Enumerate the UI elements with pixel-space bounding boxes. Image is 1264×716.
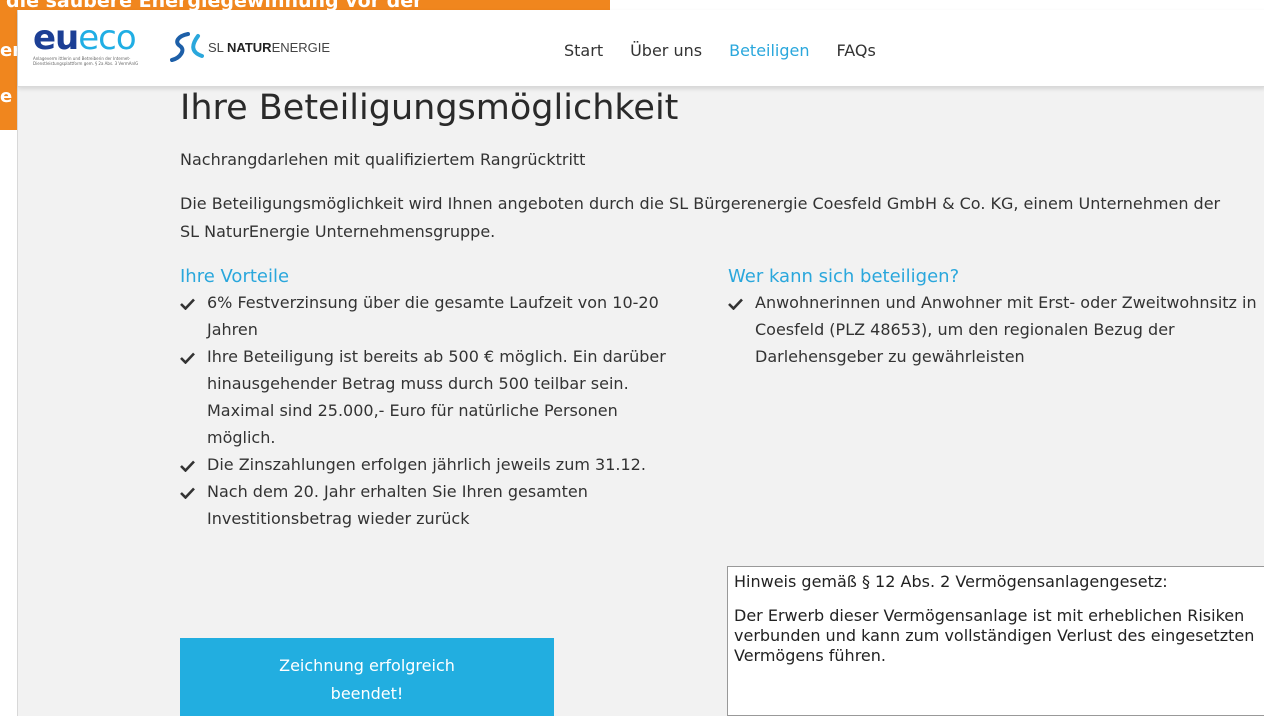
sl-swoosh-icon: [170, 32, 204, 62]
nav-ueber-uns[interactable]: Über uns: [630, 41, 702, 60]
checkmark-icon: [728, 298, 743, 310]
list-item: Nach dem 20. Jahr erhalten Sie Ihren ges…: [180, 478, 680, 532]
nav-beteiligen[interactable]: Beteiligen: [729, 41, 809, 60]
checkmark-icon: [180, 487, 195, 499]
eueco-tagline: Anlageverm ittlerin und Betreiberin der …: [33, 56, 139, 66]
intro-text: Die Beteiligungsmöglichkeit wird Ihnen a…: [180, 194, 1221, 241]
sl-naturenergie-logo[interactable]: SL NATURENERGIE: [168, 30, 330, 64]
subscription-ended-button[interactable]: Zeichnung erfolgreich beendet!: [180, 638, 554, 716]
eligibility-section: Wer kann sich beteiligen? Anwohnerinnen …: [728, 266, 1264, 370]
browser-window: eueco Anlageverm ittlerin und Betreiberi…: [17, 10, 1264, 716]
list-item: Anwohnerinnen und Anwohner mit Erst- ode…: [728, 289, 1264, 370]
risk-notice-box: Hinweis gemäß § 12 Abs. 2 Vermögensanlag…: [727, 566, 1264, 716]
subscription-ended-label: Zeichnung erfolgreich beendet!: [279, 656, 455, 703]
advantages-heading: Ihre Vorteile: [180, 266, 290, 287]
checkmark-icon: [180, 352, 195, 364]
eligibility-list: Anwohnerinnen und Anwohner mit Erst- ode…: [728, 289, 1264, 370]
page-title: Ihre Beteiligungsmöglichkeit: [180, 88, 679, 128]
list-item: 6% Festverzinsung über die gesamte Laufz…: [180, 289, 680, 343]
main-nav: Start Über uns Beteiligen FAQs: [564, 41, 876, 60]
list-item: Die Zinszahlungen erfolgen jährlich jewe…: [180, 451, 680, 478]
notice-text: Der Erwerb dieser Vermögensanlage ist mi…: [734, 606, 1255, 665]
list-item: Ihre Beteiligung ist bereits ab 500 € mö…: [180, 343, 680, 451]
advantages-list: 6% Festverzinsung über die gesamte Laufz…: [180, 289, 680, 532]
eligibility-heading: Wer kann sich beteiligen?: [728, 266, 960, 287]
background-fragment: e: [0, 86, 13, 107]
page-subtitle: Nachrangdarlehen mit qualifiziertem Rang…: [180, 150, 586, 169]
sl-logo-text: SL NATURENERGIE: [208, 39, 331, 55]
checkmark-icon: [180, 298, 195, 310]
main-content: Ihre Beteiligungsmöglichkeit Nachrangdar…: [180, 86, 1264, 716]
nav-start[interactable]: Start: [564, 41, 603, 60]
eueco-logo[interactable]: eueco Anlageverm ittlerin und Betreiberi…: [33, 18, 143, 66]
nav-faqs[interactable]: FAQs: [837, 41, 876, 60]
eueco-wordmark: eueco: [33, 18, 137, 58]
checkmark-icon: [180, 460, 195, 472]
advantages-section: Ihre Vorteile 6% Festverzinsung über die…: [180, 266, 680, 532]
site-header: eueco Anlageverm ittlerin und Betreiberi…: [18, 10, 1264, 87]
notice-heading: Hinweis gemäß § 12 Abs. 2 Vermögensanlag…: [734, 572, 1168, 591]
